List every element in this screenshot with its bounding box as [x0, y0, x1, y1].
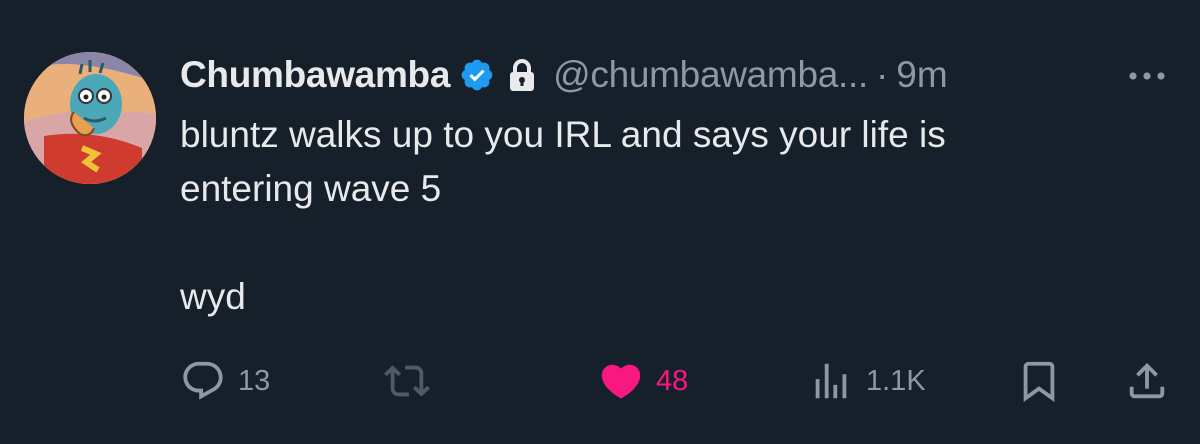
repost-icon — [384, 365, 430, 397]
author-name[interactable]: Chumbawamba — [180, 54, 450, 96]
author-handle[interactable]: @chumbawamba... — [553, 54, 868, 96]
verified-badge-icon — [459, 57, 495, 93]
views-icon — [815, 363, 847, 399]
tweet-text-line: bluntz walks up to you IRL and says your… — [180, 114, 946, 155]
tweet-header: Chumbawamba @chumbawamba... · 9m — [180, 50, 948, 100]
like-button[interactable]: 48 — [598, 358, 688, 404]
share-icon — [1129, 362, 1165, 399]
avatar[interactable] — [24, 52, 156, 184]
lock-icon — [507, 58, 537, 92]
views-count: 1.1K — [866, 364, 926, 397]
repost-button[interactable] — [384, 358, 442, 404]
tweet-text-line: entering wave 5 — [180, 168, 442, 209]
timestamp[interactable]: 9m — [896, 54, 947, 96]
tweet[interactable]: Chumbawamba @chumbawamba... · 9m bluntz … — [0, 0, 1200, 444]
tweet-text: bluntz walks up to you IRL and says your… — [180, 108, 1160, 324]
heart-icon — [601, 364, 641, 399]
reply-count: 13 — [238, 364, 271, 397]
bookmark-icon — [1023, 361, 1055, 402]
more-dots-icon[interactable] — [1122, 56, 1172, 96]
like-count: 48 — [656, 364, 689, 397]
tweet-text-line: wyd — [180, 276, 246, 317]
share-button[interactable] — [1124, 358, 1170, 404]
avatar-image — [24, 52, 156, 184]
bookmark-button[interactable] — [1016, 358, 1062, 404]
reply-button[interactable]: 13 — [180, 358, 270, 404]
views-button[interactable]: 1.1K — [808, 358, 926, 404]
separator-dot: · — [875, 54, 889, 95]
reply-icon — [183, 361, 223, 400]
